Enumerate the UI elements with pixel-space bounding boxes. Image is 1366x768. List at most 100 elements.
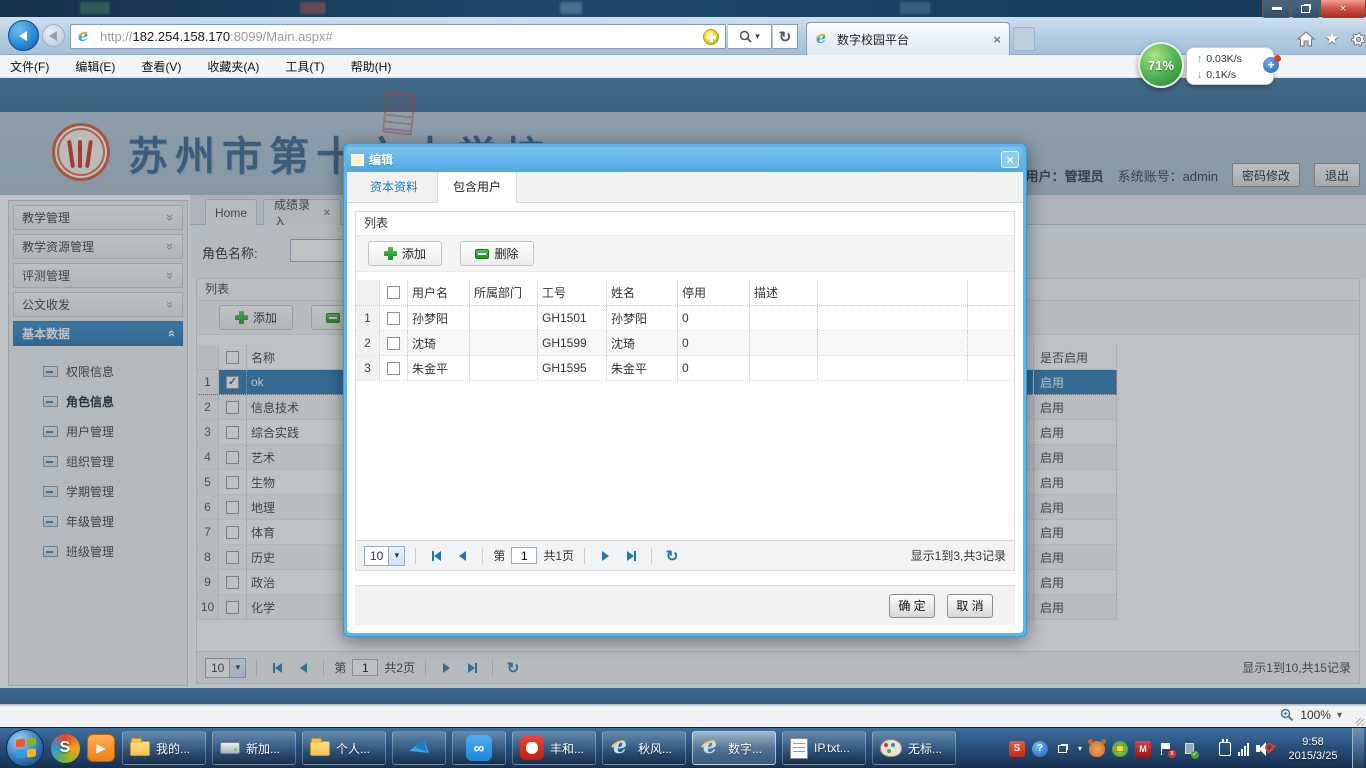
ok-button[interactable]: 确 定 [889,594,935,618]
cell-name: 朱金平 [607,356,678,380]
menu-item[interactable]: 收藏夹(A) [207,58,259,75]
refresh-icon[interactable]: ↻ [662,546,682,566]
column-header-disabled[interactable]: 停用 [678,280,750,305]
column-header-name[interactable]: 姓名 [607,280,678,305]
page-size-select[interactable]: 10▾ [364,546,405,566]
menu-item[interactable]: 工具(T) [285,58,324,75]
page-number-input[interactable] [511,547,537,564]
checkbox[interactable] [387,337,400,350]
close-icon: × [1340,3,1346,15]
cell-username: 朱金平 [408,356,470,380]
cell-blank [818,356,968,380]
refresh-button[interactable]: ↻ [773,24,798,49]
cancel-button[interactable]: 取 消 [947,594,993,618]
action-center-flag-icon[interactable]: x [1158,741,1174,757]
volume-muted-icon[interactable] [1256,741,1274,757]
fetion-bird-icon [407,738,431,758]
power-plug-icon[interactable] [1219,742,1231,756]
zoom-level: 100% [1300,708,1331,722]
menu-item[interactable]: 编辑(E) [75,58,115,75]
back-button[interactable] [8,20,39,51]
taskbar-button-数字...[interactable]: e数字... [692,731,776,765]
taskbar-button[interactable] [392,731,446,765]
settings-gear-icon[interactable] [1348,29,1366,49]
prev-page-button[interactable] [452,546,472,566]
dialog-titlebar[interactable]: 编辑 × [347,147,1023,172]
restore-button[interactable] [1291,0,1320,18]
tab-included-users[interactable]: 包含用户 [437,172,517,203]
user-table-rows: 1孙梦阳GH1501孙梦阳02沈琦GH1599沈琦03朱金平GH1595朱金平0 [356,306,1014,381]
sogou-browser-icon[interactable]: S [50,733,80,763]
row-checkbox[interactable] [380,356,408,380]
restore-icon [1301,5,1310,13]
taskbar-button-秋风...[interactable]: e秋风... [602,731,686,765]
start-button[interactable] [6,729,44,767]
checkbox[interactable] [387,362,400,375]
row-checkbox[interactable] [380,306,408,330]
first-page-button[interactable] [426,546,446,566]
tab-close-icon[interactable]: × [993,32,1001,47]
taskbar-button-新加...[interactable]: 新加... [212,731,296,765]
zoom-control[interactable]: 100% ▾ [1280,708,1342,722]
pptv-player-icon[interactable]: ▶ [86,733,116,763]
taskbar-button-无标...[interactable]: 无标... [872,731,956,765]
help-tray-icon[interactable]: ? [1032,741,1048,757]
taskbar-button-丰和...[interactable]: 丰和... [512,731,596,765]
cell-dept [470,331,538,355]
dropdown-caret-icon[interactable]: ▾ [388,547,404,565]
ie-icon: e [610,737,632,759]
column-header-department[interactable]: 所属部门 [470,280,538,305]
checkbox[interactable] [387,312,400,325]
last-page-button[interactable] [621,546,641,566]
taskbar-button[interactable]: ∞ [452,731,506,765]
taskbar-button-我的...[interactable]: 我的... [122,731,206,765]
desktop-background-strip [0,0,1366,17]
upload-arrow-icon: ↑ [1197,53,1202,65]
window-switch-tray-icon[interactable] [1055,741,1071,757]
tray-overflow-caret-icon[interactable]: ▾ [1078,744,1082,753]
addon-shield-icon[interactable] [703,29,719,45]
browser-tab[interactable]: e 数字校园平台 × [806,22,1010,55]
network-signal-icon[interactable] [1238,742,1249,756]
menu-item[interactable]: 查看(V) [141,58,181,75]
minimize-button[interactable] [1262,0,1291,18]
delete-user-button[interactable]: 删除 [460,241,534,266]
menu-item[interactable]: 文件(F) [10,58,49,75]
user-table-header: 用户名 所属部门 工号 姓名 停用 描述 [356,280,1014,306]
tab-basic-info[interactable]: 资本资料 [355,172,433,202]
next-page-button[interactable] [595,546,615,566]
select-all-checkbox[interactable] [380,280,408,305]
show-desktop-button[interactable] [1352,728,1364,768]
usb-device-tray-icon[interactable]: ✓ [1181,741,1197,757]
aliwangwang-tray-icon[interactable] [1089,741,1105,757]
user-table: 用户名 所属部门 工号 姓名 停用 描述 1孙梦阳GH1501孙梦阳02沈琦GH… [356,280,1014,540]
memory-percent-ball[interactable]: 71% [1138,42,1184,88]
taskbar-button-个人...[interactable]: 个人... [302,731,386,765]
search-button[interactable]: ▾ [728,24,772,49]
safety-lock-tray-icon[interactable] [1112,741,1128,757]
clock[interactable]: 9:58 2015/3/25 [1281,735,1345,763]
column-header-username[interactable]: 用户名 [408,280,470,305]
new-tab-button[interactable] [1013,27,1035,51]
taskbar-button-IP.txt...[interactable]: IP.txt... [782,731,866,765]
window-controls: × [1262,0,1366,18]
desktop-icon-blur [900,2,930,14]
panel-title: 列表 [356,212,1014,236]
add-user-button[interactable]: 添加 [368,241,442,266]
column-header-workno[interactable]: 工号 [538,280,607,305]
dialog-close-button[interactable]: × [1001,151,1019,168]
table-row[interactable]: 1孙梦阳GH1501孙梦阳0 [356,306,1014,331]
row-checkbox[interactable] [380,331,408,355]
sogou-pinyin-tray-icon[interactable]: S [1009,741,1025,757]
table-row[interactable]: 2沈琦GH1599沈琦0 [356,331,1014,356]
home-icon[interactable] [1296,29,1316,49]
table-row[interactable]: 3朱金平GH1595朱金平0 [356,356,1014,381]
address-bar[interactable]: e http://182.254.158.170:8099/Main.aspx# [70,24,726,49]
adobe-updater-tray-icon[interactable]: M [1135,741,1151,757]
favorites-star-icon[interactable]: ★ [1322,29,1342,49]
forward-button[interactable] [42,24,65,47]
column-header-description[interactable]: 描述 [750,280,818,305]
accelerate-plus-icon[interactable]: + [1262,56,1280,74]
close-window-button[interactable]: × [1320,0,1366,18]
menu-item[interactable]: 帮助(H) [351,58,392,75]
